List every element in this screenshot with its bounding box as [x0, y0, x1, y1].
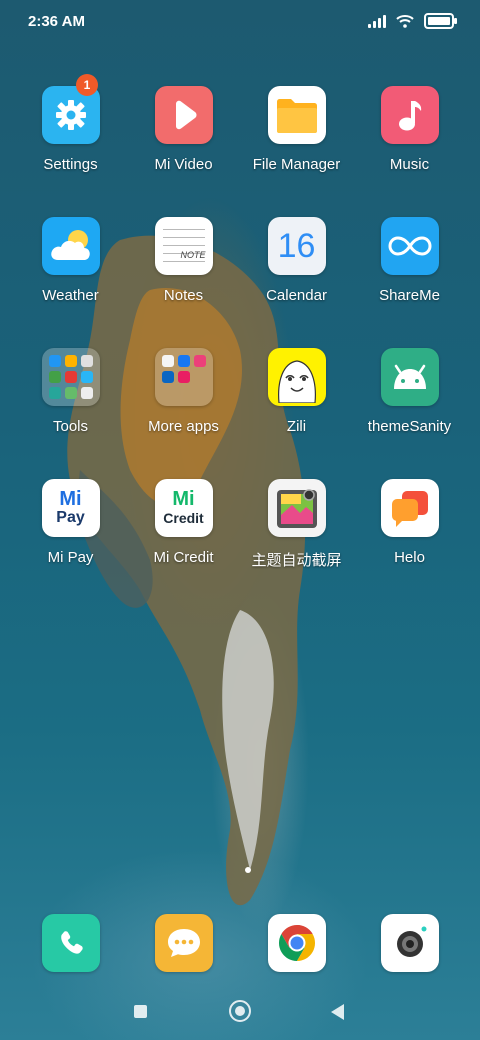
mi-pay-logo-bottom: Pay	[56, 509, 85, 526]
status-time: 2:36 AM	[28, 13, 85, 30]
app-shareme[interactable]: ShareMe	[353, 217, 466, 348]
app-notes[interactable]: NOTE Notes	[127, 217, 240, 348]
app-label: 主题自动截屏	[251, 552, 342, 569]
back-button[interactable]	[331, 1004, 344, 1020]
app-mi-credit[interactable]: Mi Credit Mi Credit	[127, 479, 240, 610]
page-indicator-dot	[245, 867, 251, 873]
battery-icon	[424, 13, 457, 29]
calendar-icon[interactable]: 16	[267, 217, 326, 275]
app-label: Music	[389, 156, 430, 173]
dock-phone[interactable]	[14, 914, 127, 972]
play-icon[interactable]	[154, 86, 213, 144]
chat-bubbles-icon[interactable]	[380, 479, 439, 537]
app-label: Mi Video	[154, 156, 213, 173]
cloud-sun-icon[interactable]	[41, 217, 100, 275]
calendar-date: 16	[277, 226, 316, 265]
mi-credit-logo-bottom: Credit	[163, 510, 204, 526]
folder-icon[interactable]	[154, 348, 213, 406]
app-music[interactable]: Music	[353, 86, 466, 217]
phone-icon[interactable]	[41, 914, 100, 972]
app-label: Mi Credit	[153, 549, 214, 566]
app-settings[interactable]: 1 Settings	[14, 74, 127, 217]
app-file-manager[interactable]: File Manager	[240, 86, 353, 217]
app-label: ShareMe	[379, 287, 440, 304]
android-icon[interactable]	[380, 348, 439, 406]
navigation-bar	[0, 990, 480, 1034]
app-label: Settings	[43, 156, 98, 173]
app-label: Helo	[394, 549, 425, 566]
mi-credit-icon[interactable]: Mi Credit	[154, 479, 213, 537]
app-label: File Manager	[252, 156, 341, 173]
app-mi-video[interactable]: Mi Video	[127, 86, 240, 217]
mi-pay-logo-top: Mi	[59, 488, 82, 510]
folder-icon[interactable]	[41, 348, 100, 406]
dock	[14, 914, 466, 972]
app-theme-auto-screenshot[interactable]: 主题自动截屏	[240, 479, 353, 610]
chrome-icon[interactable]	[267, 914, 326, 972]
app-label: Calendar	[266, 287, 327, 304]
notes-icon-text: NOTE	[180, 250, 206, 260]
wifi-icon	[396, 15, 414, 28]
folder-tools[interactable]: Tools	[14, 348, 127, 479]
app-mi-pay[interactable]: Mi Pay Mi Pay	[14, 479, 127, 610]
app-helo[interactable]: Helo	[353, 479, 466, 610]
app-label: Zili	[286, 418, 307, 435]
app-label: Notes	[163, 287, 204, 304]
app-grid: 1 Settings Mi Video File Manager Music W…	[14, 74, 466, 610]
smiley-icon[interactable]	[267, 348, 326, 406]
app-zili[interactable]: Zili	[240, 348, 353, 479]
home-button[interactable]	[229, 1000, 251, 1022]
notification-badge: 1	[76, 74, 98, 96]
status-bar: 2:36 AM	[0, 0, 480, 44]
dock-messaging[interactable]	[127, 914, 240, 972]
app-themesanity[interactable]: themeSanity	[353, 348, 466, 479]
folder-icon[interactable]	[267, 86, 326, 144]
message-icon[interactable]	[154, 914, 213, 972]
music-note-icon[interactable]	[380, 86, 439, 144]
app-label: themeSanity	[367, 418, 452, 435]
signal-icon	[368, 14, 386, 28]
mi-credit-logo-top: Mi	[172, 488, 195, 510]
app-label: More apps	[148, 418, 219, 435]
camera-icon[interactable]	[380, 914, 439, 972]
screenshot-icon[interactable]	[267, 479, 326, 537]
app-weather[interactable]: Weather	[14, 217, 127, 348]
app-label: Mi Pay	[47, 549, 94, 566]
app-calendar[interactable]: 16 Calendar	[240, 217, 353, 348]
dock-chrome[interactable]	[240, 914, 353, 972]
status-icons	[368, 13, 457, 29]
folder-more-apps[interactable]: More apps	[127, 348, 240, 479]
app-label: Tools	[52, 418, 89, 435]
recent-apps-button[interactable]	[134, 1005, 147, 1018]
dock-camera[interactable]	[353, 914, 466, 972]
infinity-icon[interactable]	[380, 217, 439, 275]
app-label: Weather	[42, 287, 99, 304]
mi-pay-icon[interactable]: Mi Pay	[41, 479, 100, 537]
notepad-icon[interactable]: NOTE	[154, 217, 213, 275]
